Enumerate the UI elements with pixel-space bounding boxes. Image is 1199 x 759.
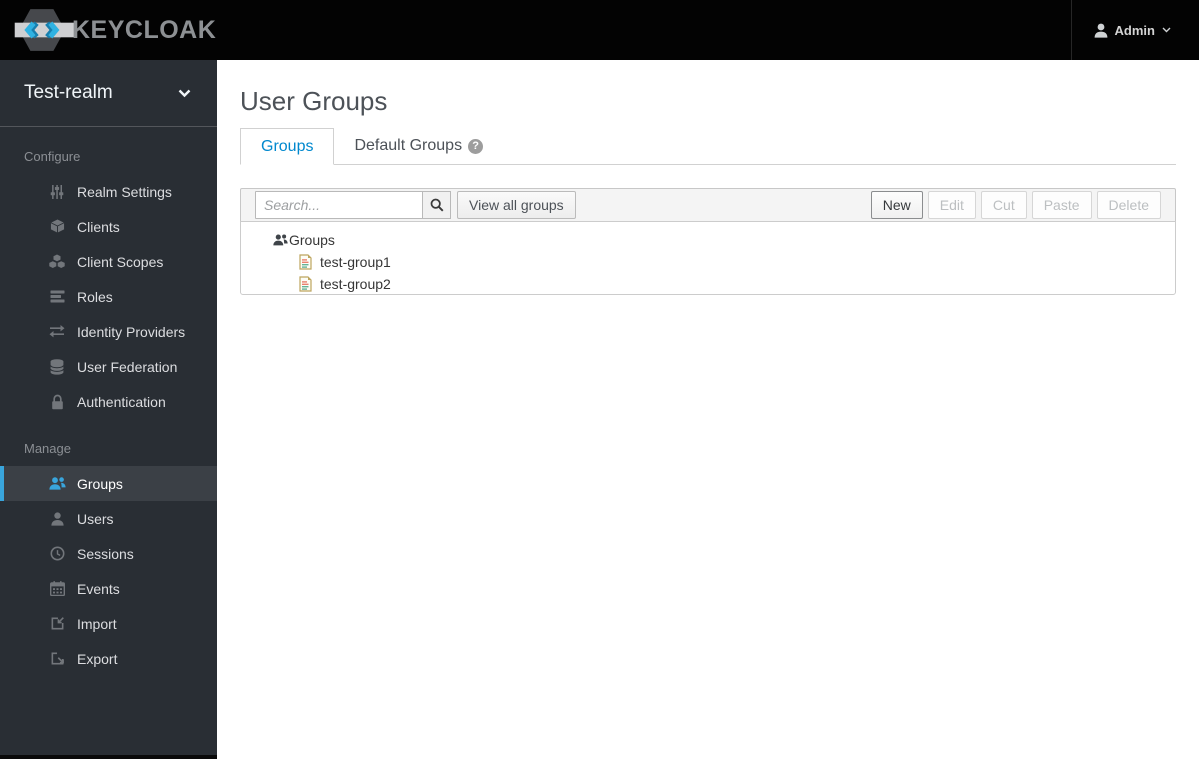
keycloak-hexagon-icon: [14, 9, 75, 51]
user-icon: [48, 511, 66, 526]
lock-icon: [48, 394, 66, 410]
sidebar-item-label: Identity Providers: [77, 323, 186, 340]
sidebar-item-label: Authentication: [77, 393, 166, 410]
sidebar-item-identity-providers[interactable]: Identity Providers: [0, 314, 217, 349]
exchange-icon: [48, 325, 66, 338]
database-icon: [48, 358, 66, 375]
brand-text: KEYCLOAK: [72, 15, 217, 44]
tabs: Groups Default Groups: [240, 128, 1176, 165]
import-icon: [48, 616, 66, 631]
realm-selector[interactable]: Test-realm: [0, 60, 217, 127]
tab-groups[interactable]: Groups: [240, 128, 335, 165]
tab-default-groups[interactable]: Default Groups: [334, 128, 503, 164]
paste-button[interactable]: Paste: [1031, 191, 1092, 219]
sidebar-item-user-federation[interactable]: User Federation: [0, 349, 217, 384]
sidebar-item-client-scopes[interactable]: Client Scopes: [0, 244, 217, 279]
top-navbar: KEYCLOAK Admin: [0, 0, 1199, 60]
sidebar-item-export[interactable]: Export: [0, 641, 217, 676]
sidebar-item-label: Users: [77, 510, 114, 527]
tree-node-test-group2[interactable]: test-group2: [299, 273, 1175, 295]
sidebar-item-label: Import: [77, 615, 117, 632]
realm-name: Test-realm: [24, 82, 113, 103]
sidebar-item-clients[interactable]: Clients: [0, 209, 217, 244]
file-icon: [299, 254, 312, 270]
sidebar-section-manage: Manage: [24, 441, 71, 456]
tree-children: test-group1 test-group2: [299, 251, 1175, 295]
sidebar-item-label: Roles: [77, 288, 113, 305]
cut-button[interactable]: Cut: [980, 191, 1027, 219]
tree-node-groups-root[interactable]: Groups: [273, 229, 1175, 251]
clock-icon: [48, 546, 66, 561]
sidebar-item-label: Clients: [77, 218, 120, 235]
users-icon: [273, 234, 288, 246]
tab-label: Default Groups: [354, 137, 463, 154]
user-menu[interactable]: Admin: [1070, 0, 1199, 60]
chevron-down-icon: [1162, 27, 1171, 33]
edit-button[interactable]: Edit: [927, 191, 976, 219]
new-button[interactable]: New: [870, 191, 923, 219]
tree-node-label: test-group1: [320, 254, 391, 270]
view-all-groups-button[interactable]: View all groups: [457, 191, 576, 219]
sidebar-item-sessions[interactable]: Sessions: [0, 536, 217, 571]
sidebar-item-label: Groups: [77, 475, 123, 492]
tab-label: Groups: [261, 137, 314, 155]
sidebar-item-authentication[interactable]: Authentication: [0, 384, 217, 419]
list-icon: [48, 290, 66, 303]
sidebar-item-label: Sessions: [77, 545, 134, 562]
groups-tree: Groups test-group1 test-group2: [240, 221, 1176, 295]
tree-node-label: Groups: [289, 232, 335, 248]
keycloak-logo: KEYCLOAK: [0, 7, 216, 53]
tree-node-test-group1[interactable]: test-group1: [299, 251, 1175, 273]
main-content: User Groups Groups Default Groups View a…: [217, 60, 1199, 759]
sidebar-item-groups[interactable]: Groups: [0, 466, 217, 501]
sidebar-item-label: Export: [77, 650, 118, 667]
question-circle-icon: [468, 138, 484, 154]
search-icon: [430, 198, 443, 212]
file-icon: [299, 276, 312, 292]
user-menu-label: Admin: [1114, 22, 1155, 38]
calendar-icon: [48, 581, 66, 596]
sidebar-item-realm-settings[interactable]: Realm Settings: [0, 174, 217, 209]
user-icon: [1094, 23, 1107, 38]
search-button[interactable]: [422, 191, 451, 219]
sidebar-item-label: Realm Settings: [77, 183, 172, 200]
page-title: User Groups: [240, 86, 388, 116]
tree-node-label: test-group2: [320, 276, 391, 292]
sidebar-item-label: Client Scopes: [77, 253, 164, 270]
search-input[interactable]: [255, 191, 423, 219]
sliders-icon: [48, 184, 66, 200]
sidebar-item-import[interactable]: Import: [0, 606, 217, 641]
tree-action-buttons: New Edit Cut Paste Delete: [870, 191, 1161, 219]
cubes-icon: [48, 254, 66, 269]
delete-button[interactable]: Delete: [1096, 191, 1161, 219]
sidebar-item-label: Events: [77, 580, 120, 597]
sidebar-section-configure: Configure: [24, 149, 81, 164]
export-icon: [48, 651, 66, 666]
users-icon: [48, 477, 66, 490]
sidebar-item-users[interactable]: Users: [0, 501, 217, 536]
groups-toolbar: View all groups New Edit Cut Paste Delet…: [240, 188, 1176, 222]
chevron-down-icon: [178, 89, 191, 97]
cube-icon: [48, 219, 66, 234]
sidebar-item-label: User Federation: [77, 358, 178, 375]
sidebar: Test-realm Configure Realm Settings Clie…: [0, 60, 217, 759]
sidebar-item-roles[interactable]: Roles: [0, 279, 217, 314]
sidebar-item-events[interactable]: Events: [0, 571, 217, 606]
